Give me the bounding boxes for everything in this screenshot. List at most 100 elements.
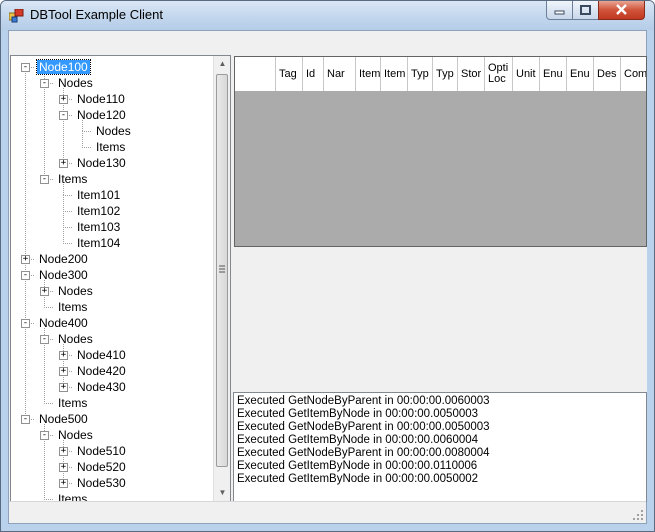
tree-node-label: Node500 bbox=[39, 412, 88, 426]
expand-icon[interactable]: + bbox=[21, 255, 30, 264]
expand-icon[interactable]: + bbox=[59, 159, 68, 168]
log-output[interactable]: Executed GetNodeByParent in 00:00:00.006… bbox=[233, 392, 647, 502]
resize-grip-icon[interactable] bbox=[632, 509, 644, 521]
tree-node[interactable]: Nodes bbox=[56, 427, 95, 443]
collapse-icon[interactable]: - bbox=[40, 335, 49, 344]
log-line: Executed GetItemByNode in 00:00:00.01100… bbox=[237, 460, 478, 472]
detail-panel bbox=[234, 247, 647, 392]
tree-node-label: Node410 bbox=[77, 348, 126, 362]
expand-icon[interactable]: + bbox=[59, 383, 68, 392]
tree-node[interactable]: Item103 bbox=[75, 219, 122, 235]
scroll-down-icon[interactable]: ▼ bbox=[214, 485, 230, 501]
tree-node-label: Node420 bbox=[77, 364, 126, 378]
expand-icon[interactable]: + bbox=[59, 463, 68, 472]
grid-column-header[interactable]: Id bbox=[303, 57, 324, 91]
collapse-icon[interactable]: - bbox=[21, 271, 30, 280]
maximize-button[interactable] bbox=[572, 1, 599, 20]
tree-node[interactable]: Node200 bbox=[37, 251, 90, 267]
expand-icon[interactable]: + bbox=[59, 351, 68, 360]
collapse-icon[interactable]: - bbox=[40, 79, 49, 88]
collapse-icon[interactable]: - bbox=[21, 319, 30, 328]
app-icon bbox=[9, 9, 24, 23]
log-line: Executed GetNodeByParent in 00:00:00.008… bbox=[237, 447, 490, 459]
collapse-icon[interactable]: - bbox=[59, 111, 68, 120]
tree-node-label: Items bbox=[58, 172, 88, 186]
collapse-icon[interactable]: - bbox=[21, 415, 30, 424]
grid-column-header[interactable]: Unit bbox=[513, 57, 540, 91]
grid-column-header[interactable]: Opti Loc bbox=[485, 57, 513, 91]
grid-column-header[interactable]: Stor bbox=[458, 57, 485, 91]
title-bar[interactable]: DBTool Example Client bbox=[1, 1, 654, 30]
tree-node-label: Node430 bbox=[77, 380, 126, 394]
node-tree-view[interactable]: Node100- Nodes - Node110 + Node120- Nodes Items… bbox=[10, 55, 231, 502]
expand-icon[interactable]: + bbox=[59, 447, 68, 456]
tree-node[interactable]: Node400 bbox=[37, 315, 90, 331]
collapse-icon[interactable]: - bbox=[40, 431, 49, 440]
tree-node[interactable]: Item101 bbox=[75, 187, 122, 203]
collapse-icon[interactable]: - bbox=[40, 175, 49, 184]
grid-column-header[interactable]: Item bbox=[381, 57, 408, 91]
tree-node[interactable]: Nodes bbox=[56, 283, 95, 299]
grid-column-header[interactable]: Typ bbox=[408, 57, 433, 91]
tree-node-label: Nodes bbox=[96, 124, 131, 138]
tree-node[interactable]: Node300 bbox=[37, 267, 90, 283]
tree-node[interactable]: Nodes bbox=[56, 331, 95, 347]
tree-node[interactable]: Node410 bbox=[75, 347, 128, 363]
item-data-grid[interactable]: Tag Id Nar Item Item Typ Typ Stor Opti Loc Unit En… bbox=[234, 56, 647, 247]
tree-node[interactable]: Node130 bbox=[75, 155, 128, 171]
tree-node-label: Item104 bbox=[77, 236, 121, 250]
tree-node[interactable]: Node420 bbox=[75, 363, 128, 379]
tree-node[interactable]: Items bbox=[56, 395, 89, 411]
tree-vertical-scrollbar[interactable]: ▲ ▼ bbox=[213, 56, 230, 501]
tree-node-label: Nodes bbox=[58, 332, 93, 346]
tree-node[interactable]: Node500 bbox=[37, 411, 90, 427]
tree-node[interactable]: Items bbox=[56, 299, 89, 315]
expand-icon[interactable]: + bbox=[59, 367, 68, 376]
tree-node[interactable]: Items bbox=[56, 171, 89, 187]
tree-node[interactable]: Item102 bbox=[75, 203, 122, 219]
status-bar bbox=[9, 501, 646, 523]
tree-node[interactable]: Node100 bbox=[36, 59, 91, 75]
tree-node-label: Node200 bbox=[39, 252, 88, 266]
tree-node-label: Node300 bbox=[39, 268, 88, 282]
menu-bar bbox=[9, 31, 646, 55]
tree-node-label: Node400 bbox=[39, 316, 88, 330]
tree-node[interactable]: Node520 bbox=[75, 459, 128, 475]
grid-column-header[interactable]: Com bbox=[621, 57, 646, 91]
tree-node[interactable]: Node530 bbox=[75, 475, 128, 491]
grid-column-header[interactable]: Enu bbox=[540, 57, 567, 91]
tree-node[interactable]: Node510 bbox=[75, 443, 128, 459]
tree-node-label: Item102 bbox=[77, 204, 121, 218]
client-area: Node100- Nodes - Node110 + Node120- Nodes Items… bbox=[8, 30, 647, 524]
tree-node-label: Nodes bbox=[58, 284, 93, 298]
tree-node[interactable]: Nodes bbox=[94, 123, 133, 139]
grid-column-header[interactable]: Enu bbox=[567, 57, 594, 91]
expand-icon[interactable]: + bbox=[40, 287, 49, 296]
tree-node-label: Node530 bbox=[77, 476, 126, 490]
log-line: Executed GetNodeByParent in 00:00:00.006… bbox=[237, 395, 490, 407]
tree-node[interactable]: Nodes bbox=[56, 75, 95, 91]
expand-icon[interactable]: + bbox=[59, 95, 68, 104]
scroll-up-icon[interactable]: ▲ bbox=[214, 56, 230, 72]
tree-node[interactable]: Node430 bbox=[75, 379, 128, 395]
grid-column-header[interactable]: Typ bbox=[433, 57, 458, 91]
tree-node-label: Items bbox=[96, 140, 126, 154]
tree-node[interactable]: Item104 bbox=[75, 235, 122, 251]
grid-column-header[interactable]: Tag bbox=[276, 57, 303, 91]
expand-icon[interactable]: + bbox=[59, 479, 68, 488]
tree-node-label: Node510 bbox=[77, 444, 126, 458]
tree-node[interactable]: Node110 bbox=[75, 91, 127, 107]
grid-column-header[interactable]: Des bbox=[594, 57, 621, 91]
grid-column-header[interactable]: Item bbox=[356, 57, 381, 91]
minimize-button[interactable] bbox=[546, 1, 573, 20]
tree-node-label: Node120 bbox=[77, 108, 126, 122]
scroll-thumb[interactable] bbox=[216, 74, 228, 467]
collapse-icon[interactable]: - bbox=[21, 63, 30, 72]
tree-node-label: Node100 bbox=[36, 59, 91, 75]
tree-node-label: Node130 bbox=[77, 156, 126, 170]
close-button[interactable] bbox=[598, 1, 645, 20]
tree-node[interactable]: Items bbox=[94, 139, 127, 155]
tree-node-label: Items bbox=[58, 396, 88, 410]
tree-node[interactable]: Node120 bbox=[75, 107, 128, 123]
grid-column-header[interactable]: Nar bbox=[324, 57, 356, 91]
